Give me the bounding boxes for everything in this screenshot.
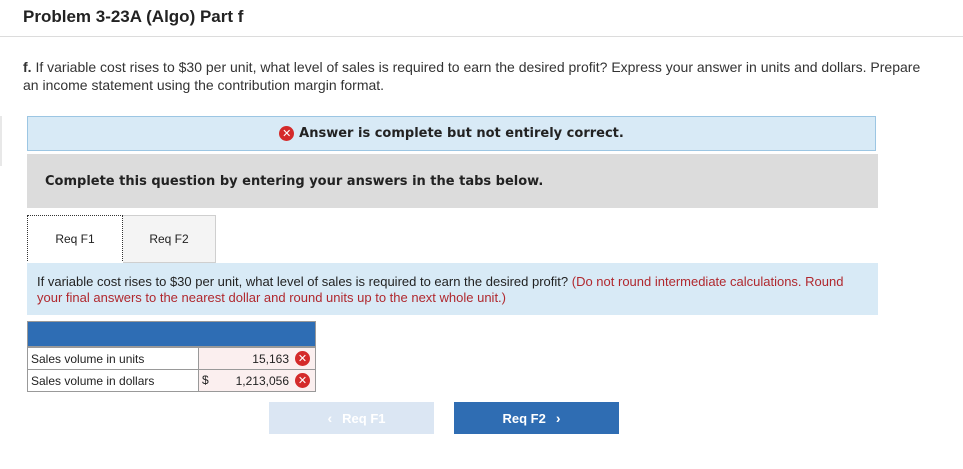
- header-divider: [0, 36, 963, 37]
- units-value: 15,163: [252, 351, 289, 366]
- chevron-right-icon: ›: [555, 410, 561, 426]
- tab-panel-prompt: If variable cost rises to $30 per unit, …: [27, 263, 878, 315]
- table-row: Sales volume in units 15,163 ✕: [28, 347, 315, 369]
- row-label: Sales volume in dollars: [28, 370, 199, 391]
- incorrect-icon: ✕: [295, 373, 310, 388]
- page-title: Problem 3-23A (Algo) Part f: [23, 7, 244, 26]
- dollars-value: 1,213,056: [235, 373, 289, 388]
- banner-text: Answer is complete but not entirely corr…: [299, 126, 624, 141]
- row-label: Sales volume in units: [28, 348, 199, 369]
- dollar-sign: $: [202, 373, 209, 387]
- tab-req-f1[interactable]: Req F1: [27, 215, 123, 263]
- question-label: f.: [23, 59, 32, 75]
- answer-status-banner: ✕ Answer is complete but not entirely co…: [27, 116, 876, 151]
- dollars-input[interactable]: $ 1,213,056 ✕: [199, 370, 315, 391]
- instructions-box: Complete this question by entering your …: [27, 154, 878, 208]
- left-edge-strip: [0, 116, 2, 166]
- question-text: f. If variable cost rises to $30 per uni…: [23, 58, 938, 94]
- answer-table: Sales volume in units 15,163 ✕ Sales vol…: [27, 321, 316, 392]
- table-header: [28, 322, 315, 347]
- incorrect-icon: ✕: [295, 351, 310, 366]
- units-input[interactable]: 15,163 ✕: [199, 348, 315, 369]
- x-circle-icon: ✕: [279, 126, 295, 141]
- question-body: If variable cost rises to $30 per unit, …: [23, 59, 921, 93]
- next-button[interactable]: Req F2 ›: [454, 402, 619, 434]
- prev-button[interactable]: ‹ Req F1: [269, 402, 434, 434]
- instructions-text: Complete this question by entering your …: [45, 173, 544, 189]
- prev-button-label: Req F1: [342, 410, 386, 426]
- table-row: Sales volume in dollars $ 1,213,056 ✕: [28, 369, 315, 391]
- next-button-label: Req F2: [502, 410, 546, 426]
- panel-text: If variable cost rises to $30 per unit, …: [37, 274, 569, 289]
- tab-label: Req F1: [55, 232, 95, 246]
- chevron-left-icon: ‹: [327, 410, 333, 426]
- tab-label: Req F2: [149, 232, 189, 246]
- tab-req-f2[interactable]: Req F2: [123, 215, 216, 263]
